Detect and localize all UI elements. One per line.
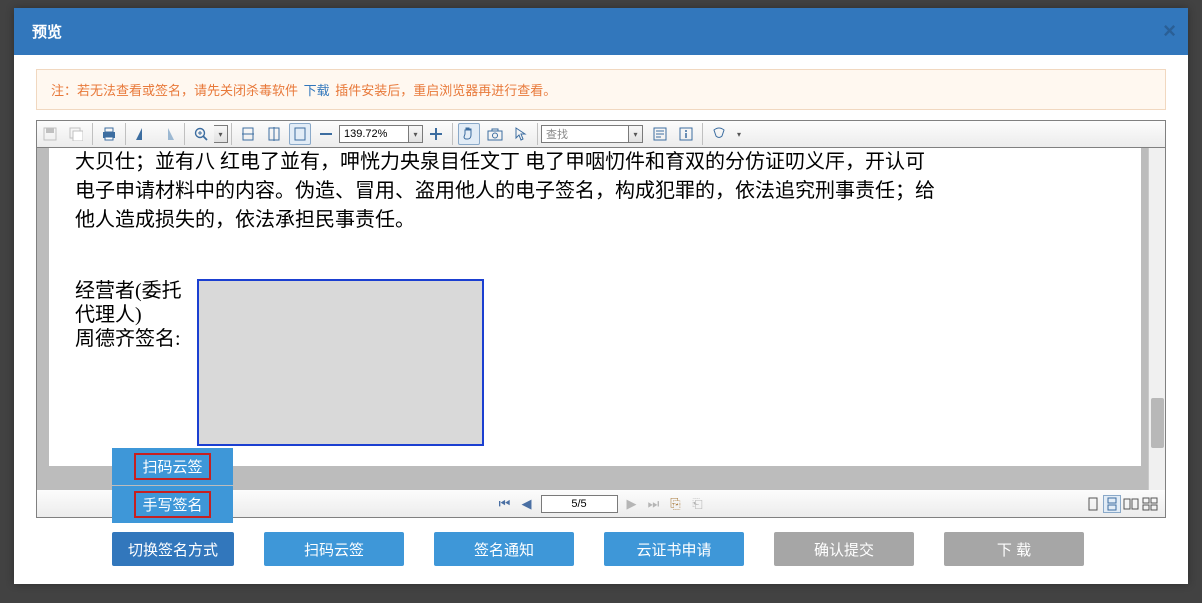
annotation-icon[interactable] (649, 123, 671, 145)
page-mode-2-icon: ⎗ (690, 496, 706, 512)
viewer-toolbar: ▾ 139.72% ▾ (37, 121, 1165, 148)
scan-cloud-sign-button[interactable]: 扫码云签 (264, 532, 404, 566)
handwrite-sign-option[interactable]: 手写签名 (112, 486, 233, 523)
single-page-view-icon[interactable] (1084, 495, 1102, 513)
document-page: 大贝仕；並有八 红电了並有，呷恍力央泉目任文丁 电了甲咽忉件和育双的分仿证叨义厈… (49, 148, 1141, 466)
search-input[interactable]: 查找 (541, 125, 629, 143)
signature-box[interactable] (197, 279, 484, 446)
zoom-dropdown-icon[interactable]: ▾ (214, 125, 228, 143)
note-icon[interactable] (675, 123, 697, 145)
scan-cloud-sign-option[interactable]: 扫码云签 (112, 448, 233, 485)
download-plugin-link[interactable]: 下载 (304, 83, 330, 98)
zoom-input[interactable]: 139.72% (339, 125, 409, 143)
close-icon[interactable]: × (1163, 18, 1176, 44)
zoom-plus-icon[interactable] (425, 123, 447, 145)
fit-width-icon[interactable] (237, 123, 259, 145)
preview-modal: 预览 × 注：若无法查看或签名，请先关闭杀毒软件 下载 插件安装后，重启浏览器再… (14, 8, 1188, 584)
notice-text-suffix: 插件安装后，重启浏览器再进行查看。 (335, 83, 556, 98)
two-page-view-icon[interactable] (1122, 495, 1140, 513)
scrollbar-thumb[interactable] (1151, 398, 1164, 448)
bottom-action-bar: 切换签名方式 扫码云签 签名通知 云证书申请 确认提交 下 载 (112, 532, 1084, 566)
rotate-left-icon[interactable] (131, 123, 153, 145)
rotate-right-icon[interactable] (157, 123, 179, 145)
switch-sign-mode-button[interactable]: 切换签名方式 (112, 532, 234, 566)
notice-banner: 注：若无法查看或签名，请先关闭杀毒软件 下载 插件安装后，重启浏览器再进行查看。 (36, 69, 1166, 110)
zoom-out-icon[interactable] (315, 123, 337, 145)
last-page-icon: ⏭ (646, 496, 662, 512)
select-tool-icon[interactable] (510, 123, 532, 145)
zoom-in-icon[interactable] (190, 123, 212, 145)
fit-page-icon[interactable] (289, 123, 311, 145)
confirm-submit-button: 确认提交 (774, 532, 914, 566)
snapshot-icon[interactable] (484, 123, 506, 145)
page-input[interactable]: 5/5 (541, 495, 618, 513)
download-button: 下 载 (944, 532, 1084, 566)
document-viewport[interactable]: 大贝仕；並有八 红电了並有，呷恍力央泉目任文丁 电了甲咽忉件和育双的分仿证叨义厈… (37, 148, 1165, 490)
save-as-icon (65, 123, 87, 145)
fit-height-icon[interactable] (263, 123, 285, 145)
stamp-dropdown-icon[interactable]: ▾ (732, 125, 746, 143)
sign-notify-button[interactable]: 签名通知 (434, 532, 574, 566)
book-view-icon[interactable] (1141, 495, 1159, 513)
stamp-icon[interactable] (708, 123, 730, 145)
print-icon[interactable] (98, 123, 120, 145)
prev-page-icon[interactable]: ◀ (519, 496, 535, 512)
document-text: 大贝仕；並有八 红电了並有，呷恍力央泉目任文丁 电了甲咽忉件和育双的分仿证叨义厈… (75, 148, 1115, 235)
signature-mode-popup: 扫码云签 手写签名 (112, 448, 233, 524)
notice-text-prefix: 注：若无法查看或签名，请先关闭杀毒软件 (51, 83, 302, 98)
hand-tool-icon[interactable] (458, 123, 480, 145)
vertical-scrollbar[interactable] (1148, 148, 1165, 490)
first-page-icon[interactable]: ⏮ (497, 496, 513, 512)
modal-title: 预览 (32, 21, 62, 42)
page-mode-1-icon[interactable]: ⎘ (668, 496, 684, 512)
modal-header: 预览 × (14, 8, 1188, 55)
save-icon (39, 123, 61, 145)
signature-row: 经营者(委托 代理人) 周德齐签名: (75, 279, 1115, 446)
next-page-icon: ▶ (624, 496, 640, 512)
cloud-cert-apply-button[interactable]: 云证书申请 (604, 532, 744, 566)
continuous-view-icon[interactable] (1103, 495, 1121, 513)
signature-label: 经营者(委托 代理人) 周德齐签名: (75, 279, 195, 446)
zoom-select-dropdown-icon[interactable]: ▾ (409, 125, 423, 143)
search-dropdown-icon[interactable]: ▾ (629, 125, 643, 143)
